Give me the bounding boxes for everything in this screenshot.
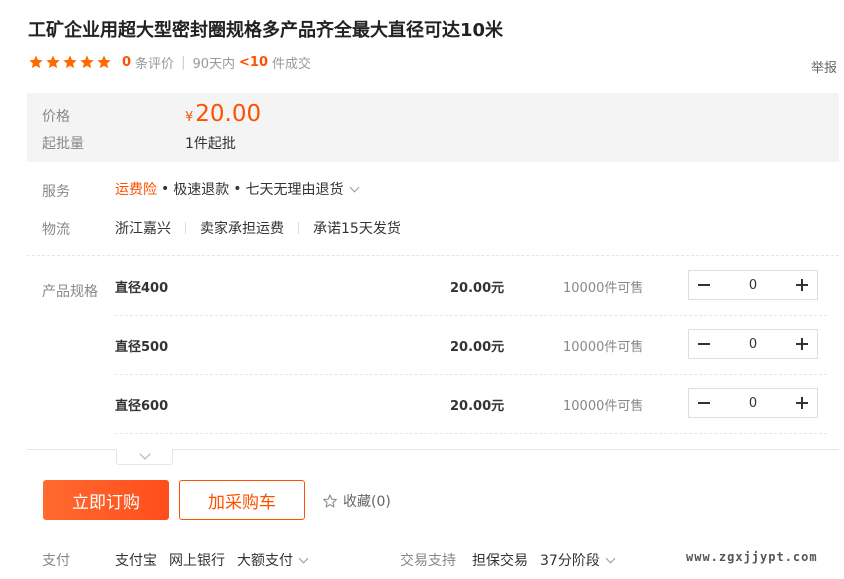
minus-icon[interactable] [689, 389, 719, 417]
divider [298, 222, 299, 234]
chevron-down-icon[interactable] [349, 182, 359, 192]
delivery-promise: 承诺15天发货 [313, 221, 401, 237]
payment-method: 支付宝 [115, 553, 157, 569]
service-list[interactable]: 运费险 • 极速退款 • 七天无理由退货 [115, 179, 359, 199]
payment-label: 支付 [42, 553, 70, 569]
sku-label: 产品规格 [42, 284, 98, 300]
sku-stock: 10000件可售 [563, 340, 644, 355]
quantity-input[interactable] [719, 330, 787, 358]
service-label: 服务 [42, 184, 70, 200]
shipping-fee: 卖家承担运费 [200, 221, 284, 237]
expand-sku-button[interactable] [116, 448, 173, 465]
service-item: 极速退款 [173, 182, 230, 198]
payment-methods[interactable]: 支付宝 网上银行 大额支付 [115, 550, 309, 570]
payment-method: 大额支付 [237, 553, 293, 569]
trade-item: 37分阶段 [540, 553, 600, 569]
logistics-info: 浙江嘉兴 卖家承担运费 承诺15天发货 [115, 218, 401, 238]
star-icon [63, 55, 77, 69]
star-icon [97, 55, 111, 69]
moq-value: 1件起批 [185, 136, 236, 152]
bullet: • [233, 181, 242, 197]
favorite-label[interactable]: 收藏(0) [343, 491, 391, 511]
plus-icon[interactable] [787, 271, 817, 299]
freight-insurance[interactable]: 运费险 [115, 179, 157, 199]
moq-label: 起批量 [42, 136, 84, 152]
quantity-stepper [688, 388, 818, 418]
chevron-down-icon[interactable] [298, 553, 309, 563]
quantity-stepper [688, 270, 818, 300]
price-label: 价格 [42, 109, 70, 125]
deal-label: 件成交 [271, 56, 311, 72]
trade-support[interactable]: 担保交易 37分阶段 [472, 550, 616, 570]
minus-icon[interactable] [689, 330, 719, 358]
quantity-stepper [688, 329, 818, 359]
minus-icon[interactable] [689, 271, 719, 299]
bullet: • [161, 181, 170, 197]
sku-name: 直径500 [115, 340, 169, 355]
divider [185, 222, 186, 234]
price-box: 价格 ¥20.00 起批量 1件起批 [27, 93, 839, 162]
sku-row: 直径400 20.00元 10000件可售 [115, 257, 827, 315]
star-rating [28, 54, 112, 70]
ship-from: 浙江嘉兴 [115, 221, 171, 237]
watermark: www.zgxjjypt.com [686, 550, 818, 564]
star-icon [46, 55, 60, 69]
favorite-button[interactable]: 收藏(0) [322, 491, 391, 511]
quantity-input[interactable] [719, 271, 787, 299]
quantity-input[interactable] [719, 389, 787, 417]
separator: | [181, 54, 186, 70]
trade-item: 担保交易 [472, 553, 528, 569]
price-number: 20.00 [195, 101, 262, 127]
logistics-label: 物流 [42, 222, 70, 238]
rating-row: 0 条评价 | 90天内 <10 件成交 举报 [28, 53, 840, 76]
sku-stock: 10000件可售 [563, 399, 644, 414]
star-icon [29, 55, 43, 69]
price-value: ¥20.00 [185, 101, 261, 127]
star-outline-icon [323, 494, 337, 508]
star-icon [80, 55, 94, 69]
buy-now-button[interactable]: 立即订购 [43, 480, 169, 520]
section-divider [27, 255, 839, 256]
sku-price: 20.00元 [450, 281, 505, 296]
review-label[interactable]: 条评价 [135, 53, 174, 72]
review-count[interactable]: 0 [122, 55, 131, 70]
sku-price: 20.00元 [450, 399, 505, 414]
add-to-cart-button[interactable]: 加采购车 [179, 480, 305, 520]
plus-icon[interactable] [787, 330, 817, 358]
service-item: 七天无理由退货 [245, 182, 344, 198]
plus-icon[interactable] [787, 389, 817, 417]
chevron-down-icon[interactable] [605, 553, 616, 563]
deal-period: 90天内 [192, 56, 235, 72]
row-divider [115, 433, 827, 434]
report-link[interactable]: 举报 [811, 57, 837, 76]
deal-count: <10 [239, 54, 268, 70]
sku-row: 直径600 20.00元 10000件可售 [115, 375, 827, 433]
sku-price: 20.00元 [450, 340, 505, 355]
sku-name: 直径400 [115, 281, 169, 296]
sku-stock: 10000件可售 [563, 281, 644, 296]
chevron-down-icon [139, 448, 151, 460]
trade-support-label: 交易支持 [400, 553, 456, 569]
payment-method: 网上银行 [169, 553, 225, 569]
sku-row: 直径500 20.00元 10000件可售 [115, 316, 827, 374]
product-title: 工矿企业用超大型密封圈规格多产品齐全最大直径可达10米 [28, 20, 504, 41]
sku-name: 直径600 [115, 399, 169, 414]
currency-symbol: ¥ [185, 110, 194, 125]
